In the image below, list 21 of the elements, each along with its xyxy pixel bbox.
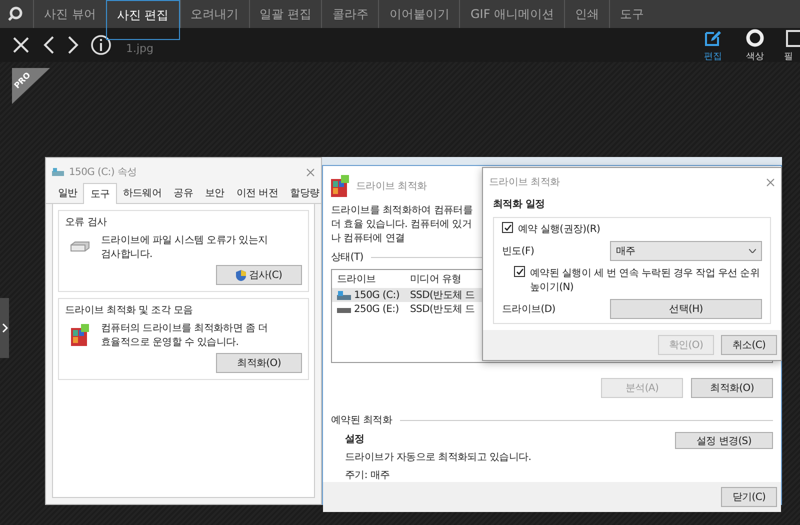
media-type: SSD(반도체 드 <box>409 289 475 302</box>
section-label: 상태(T) <box>331 251 364 264</box>
file-name: 1.jpg <box>126 42 154 54</box>
window-title: 드라이브 최적화 <box>356 180 427 193</box>
drive-name: 150G (C:) <box>354 290 400 300</box>
dialog-heading: 최적화 일정 <box>493 198 546 211</box>
status-text: 드라이브가 자동으로 최적화되고 있습니다. <box>345 451 532 464</box>
media-type: SSD(반도체 드 <box>409 303 475 316</box>
window-title: 150G (C:) 속성 <box>69 166 137 179</box>
field-label: 드라이브(D) <box>502 303 556 316</box>
description-text: 드라이브를 최적화하여 컴퓨터를 더 효율 있습니다. 컴퓨터에 있거나 컴퓨터에 연결 <box>331 204 474 245</box>
field-label: 빈도(F) <box>502 245 536 258</box>
group-description: 컴퓨터의 드라이브를 최적화하면 좀 더 효율적으로 운영할 수 있습니다. <box>101 322 269 349</box>
period-text: 주기: 매주 <box>345 469 391 482</box>
drive-name: 250G (E:) <box>354 304 399 314</box>
group-title: 오류 검사 <box>65 216 108 229</box>
window-title: 드라이브 최적화 <box>489 176 560 189</box>
setting-heading: 설정 <box>345 433 366 446</box>
group-description: 드라이브에 파일 시스템 오류가 있는지 검사합니다. <box>101 234 269 261</box>
group-title: 드라이브 최적화 및 조각 모음 <box>65 304 194 317</box>
section-label: 예약된 최적화 <box>331 414 392 427</box>
